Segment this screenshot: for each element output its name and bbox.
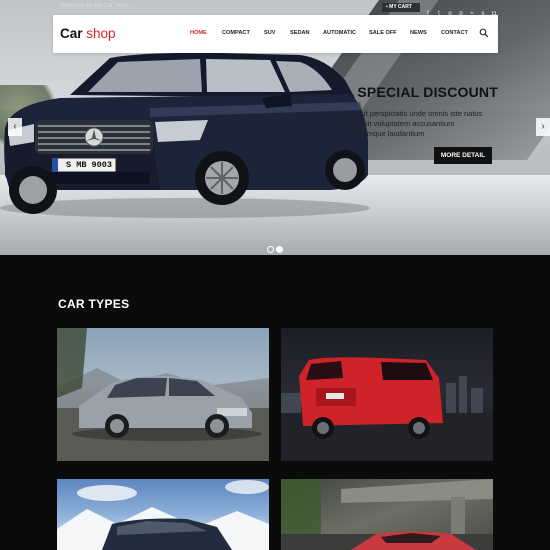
nav-suv[interactable]: SUV <box>264 30 276 36</box>
red-compact-image <box>281 357 493 461</box>
my-cart-label: MY CART <box>389 4 412 10</box>
silver-sedan-image <box>57 328 269 461</box>
slide-description: Sed ut perspiciatis unde omnis iste natu… <box>346 109 483 138</box>
suv-snow-image <box>57 480 269 550</box>
search-icon[interactable] <box>479 28 489 38</box>
my-cart-button[interactable]: ▪ MY CART <box>382 3 420 12</box>
car-type-tile-automatic[interactable] <box>281 479 493 550</box>
slide-caption: SPECIAL DISCOUNT Sed ut perspiciatis und… <box>346 84 506 139</box>
nav-news[interactable]: NEWS <box>410 30 427 36</box>
slider-dot-2[interactable] <box>276 246 283 253</box>
nav-sale-off[interactable]: SALE OFF <box>369 30 397 36</box>
hero-car-image <box>0 52 370 218</box>
bridge-car-image <box>281 479 493 550</box>
nav-automatic[interactable]: AUTOMATIC <box>323 30 356 36</box>
car-type-tile-suv[interactable] <box>57 479 269 550</box>
slide-title: SPECIAL DISCOUNT <box>357 84 498 100</box>
more-detail-button[interactable]: MORE DETAIL <box>434 147 492 164</box>
site-logo[interactable]: Car shop <box>60 26 116 41</box>
car-type-tile-compact[interactable] <box>281 328 493 461</box>
hero-slider: S MB 9003 SPECIAL DISCOUNT Sed ut perspi… <box>0 0 550 255</box>
slider-next-arrow-icon[interactable]: › <box>536 118 550 136</box>
top-bar: Welcome to the Car Shop ▪ MY CART f t g p ≈ s… <box>0 0 550 17</box>
license-plate-text: S MB 9003 <box>66 160 112 170</box>
nav-contact[interactable]: CONTACT <box>441 30 468 36</box>
logo-accent-text: shop <box>86 26 116 41</box>
slider-pagination <box>267 240 285 255</box>
site-header: Car shop HOME COMPACT SUV SEDAN AUTOMATI… <box>53 15 498 53</box>
car-type-tile-sedan[interactable] <box>57 328 269 461</box>
nav-home[interactable]: HOME <box>190 30 207 36</box>
slider-dot-1[interactable] <box>267 246 274 253</box>
nav-compact[interactable]: COMPACT <box>222 30 250 36</box>
slider-prev-arrow-icon[interactable]: ‹ <box>8 118 22 136</box>
nav-sedan[interactable]: SEDAN <box>290 30 310 36</box>
logo-text: Car <box>60 26 87 41</box>
car-types-title: CAR TYPES <box>58 297 130 311</box>
welcome-text: Welcome to the Car Shop <box>60 3 129 9</box>
